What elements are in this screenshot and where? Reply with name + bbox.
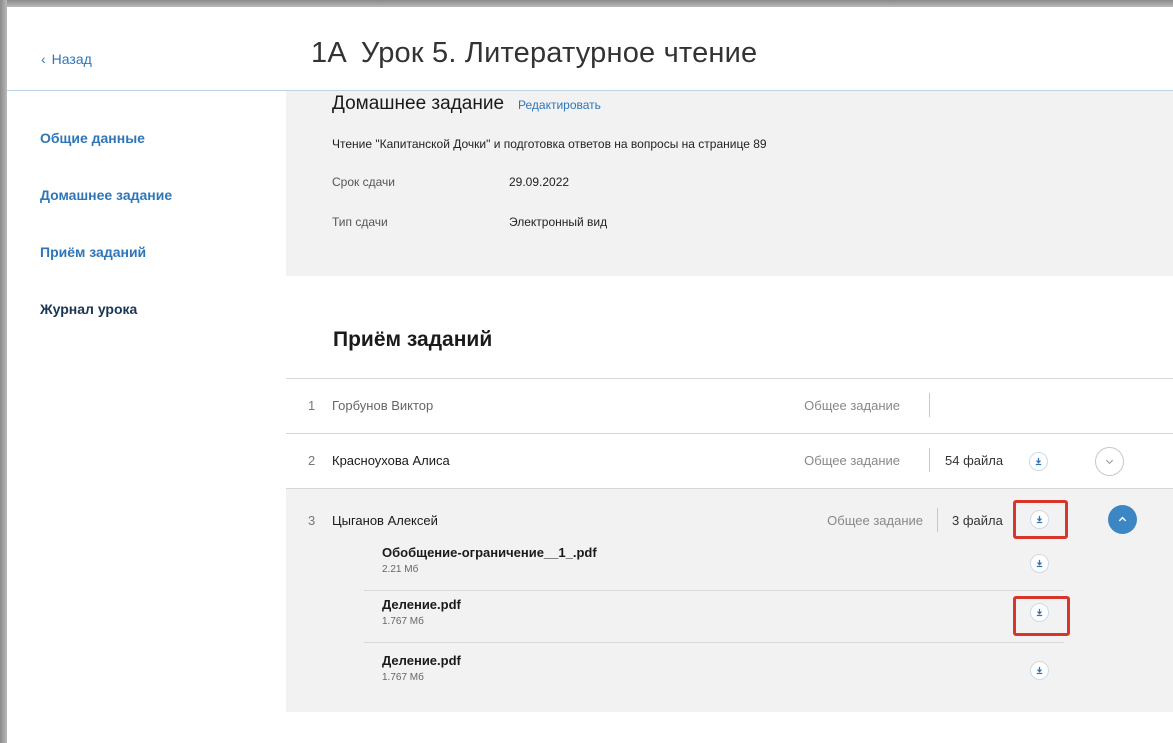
edit-homework-link[interactable]: Редактировать: [518, 98, 601, 112]
submission-type-row: Тип сдачи Электронный вид: [332, 215, 607, 229]
sidebar-item-general[interactable]: Общие данные: [40, 130, 260, 187]
chevron-down-icon[interactable]: [1095, 447, 1124, 476]
chevron-up-icon[interactable]: [1108, 505, 1137, 534]
sidebar-item-journal[interactable]: Журнал урока: [40, 301, 260, 358]
sidebar-item-submissions[interactable]: Приём заданий: [40, 244, 260, 301]
homework-header: Домашнее задание Редактировать: [332, 93, 601, 115]
attached-file: Обобщение-ограничение__1_.pdf 2.21 Мб: [364, 539, 1064, 591]
download-icon[interactable]: [1029, 452, 1048, 471]
attached-file: Деление.pdf 1.767 Мб: [364, 647, 1064, 699]
download-icon[interactable]: [1030, 554, 1049, 573]
homework-title: Домашнее задание: [332, 93, 505, 114]
back-link[interactable]: ‹ Назад: [41, 51, 92, 67]
assignment-type: Общее задание: [804, 453, 900, 468]
class-code: 1А: [311, 37, 347, 69]
student-name: Горбунов Виктор: [332, 398, 434, 413]
chevron-left-icon: ‹: [41, 51, 46, 67]
file-count: 3 файла: [952, 513, 1003, 528]
due-date-label: Срок сдачи: [332, 175, 395, 189]
submission-type-label: Тип сдачи: [332, 215, 388, 229]
file-name: Деление.pdf: [382, 653, 461, 668]
file-size: 2.21 Мб: [382, 564, 419, 575]
divider: [937, 508, 938, 532]
page-title: 1А Урок 5. Литературное чтение: [311, 37, 757, 70]
back-label: Назад: [51, 51, 92, 67]
submission-row[interactable]: 2 Красноухова Алиса Общее задание 54 фай…: [286, 433, 1173, 488]
homework-description: Чтение "Капитанской Дочки" и подготовка …: [332, 137, 767, 151]
highlight-box: [1013, 500, 1068, 539]
lesson-title: Урок 5. Литературное чтение: [360, 37, 758, 69]
assignment-type: Общее задание: [804, 398, 900, 413]
submissions-title: Приём заданий: [333, 328, 493, 351]
due-date-value: 29.09.2022: [509, 175, 570, 189]
row-number: 1: [308, 398, 316, 413]
homework-panel: Домашнее задание Редактировать Чтение "К…: [286, 91, 1173, 276]
file-name: Обобщение-ограничение__1_.pdf: [382, 545, 597, 560]
download-icon[interactable]: [1030, 661, 1049, 680]
window-frame-left: [0, 0, 7, 743]
sidebar-item-homework[interactable]: Домашнее задание: [40, 187, 260, 244]
divider: [929, 448, 930, 472]
sidebar-nav: Общие данные Домашнее задание Приём зада…: [40, 130, 260, 358]
submission-type-value: Электронный вид: [509, 215, 608, 229]
student-name: Цыганов Алексей: [332, 513, 438, 528]
divider: [929, 393, 930, 417]
submissions-list: 1 Горбунов Виктор Общее задание 2 Красно…: [286, 378, 1173, 712]
file-name: Деление.pdf: [382, 597, 461, 612]
divider: [364, 642, 1064, 643]
file-size: 1.767 Мб: [382, 672, 424, 683]
row-number: 3: [308, 513, 316, 528]
submission-row[interactable]: 1 Горбунов Виктор Общее задание: [286, 378, 1173, 433]
window-frame-top: [0, 0, 1173, 7]
student-name: Красноухова Алиса: [332, 453, 450, 468]
file-count: 54 файла: [945, 453, 1004, 468]
row-number: 2: [308, 453, 316, 468]
attached-file: Деление.pdf 1.767 Мб: [364, 591, 1064, 643]
due-date-row: Срок сдачи 29.09.2022: [332, 175, 569, 189]
highlight-box: [1013, 596, 1070, 636]
page-header: ‹ Назад 1А Урок 5. Литературное чтение: [7, 7, 1173, 91]
file-size: 1.767 Мб: [382, 616, 424, 627]
assignment-type: Общее задание: [827, 513, 923, 528]
